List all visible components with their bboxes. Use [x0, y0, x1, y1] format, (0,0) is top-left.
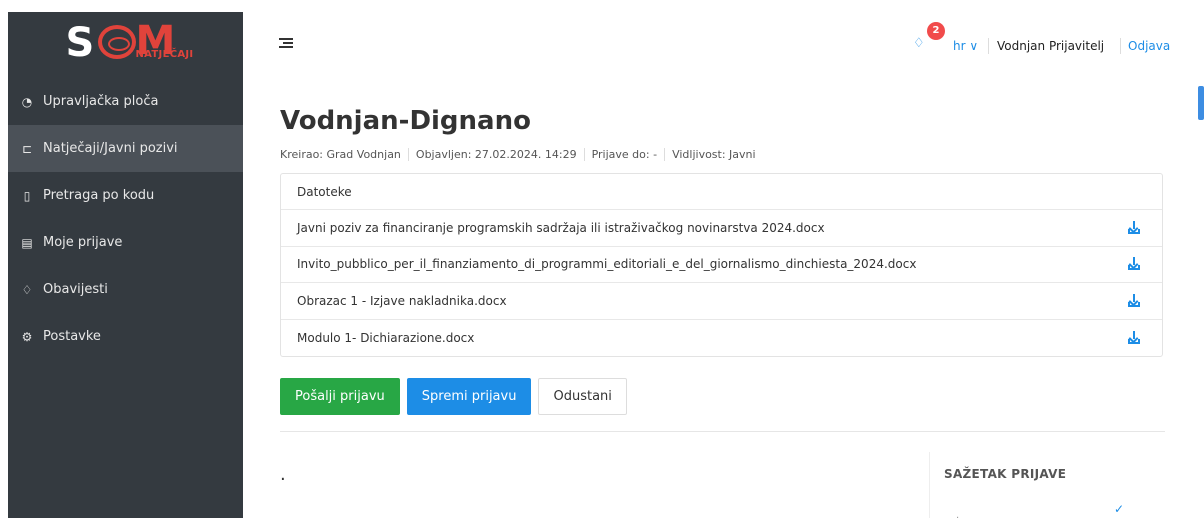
logo-subtitle: NATJEČAJI — [135, 49, 194, 60]
file-row: Modulo 1- Dichiarazione.docx — [281, 320, 1162, 357]
sidebar-item-label: Obavijesti — [43, 282, 108, 297]
language-selector[interactable]: hr ∨ — [953, 39, 978, 53]
download-icon[interactable] — [1126, 220, 1142, 236]
sidebar-nav: ◔ Upravljačka ploča ⊏ Natječaji/Javni po… — [8, 78, 243, 360]
notification-bell-icon[interactable]: ♢ — [913, 37, 927, 51]
download-icon[interactable] — [1126, 256, 1142, 272]
sidebar-item-code-search[interactable]: ▯ Pretraga po kodu — [8, 172, 243, 219]
sidebar-item-label: Pretraga po kodu — [43, 188, 155, 203]
files-header: Datoteke — [281, 174, 1162, 210]
divider — [407, 148, 409, 161]
meta-visibility: Vidljivost: Javni — [672, 148, 756, 161]
topbar: ♢ 2 hr ∨ Vodnjan Prijavitelj Odjava — [243, 0, 1204, 84]
summary-item: . — [956, 510, 960, 518]
file-row: Obrazac 1 - Izjave nakladnika.docx — [281, 283, 1162, 320]
summary-title: SAŽETAK PRIJAVE — [944, 467, 1067, 481]
logo-eye-icon — [97, 25, 136, 59]
download-icon[interactable] — [1126, 293, 1142, 309]
logo-mark: S M NATJEČAJI — [65, 19, 194, 66]
divider — [988, 38, 989, 54]
scrolled-heading-remnant — [280, 84, 1080, 90]
page-title: Vodnjan-Dignano — [280, 106, 531, 136]
submit-application-button[interactable]: Pošalji prijavu — [280, 378, 400, 415]
tender-meta: Kreirao: Grad Vodnjan Objavljen: 27.02.2… — [280, 148, 756, 161]
user-name: Vodnjan Prijavitelj — [997, 39, 1105, 53]
sidebar-item-label: Moje prijave — [43, 235, 123, 250]
save-application-button[interactable]: Spremi prijavu — [406, 378, 532, 415]
bell-icon: ♢ — [21, 282, 33, 297]
download-icon[interactable] — [1126, 330, 1142, 346]
file-name[interactable]: Modulo 1- Dichiarazione.docx — [297, 331, 474, 345]
logo-letter-s: S — [65, 20, 95, 66]
meta-published: Objavljen: 27.02.2024. 14:29 — [415, 148, 577, 161]
menu-toggle-icon[interactable] — [279, 38, 293, 48]
file-name[interactable]: Javni poziv za financiranje programskih … — [297, 221, 825, 235]
sidebar-item-settings[interactable]: ⚙ Postavke — [8, 313, 243, 360]
sidebar: S M NATJEČAJI ◔ Upravljačka ploča ⊏ Natj… — [8, 12, 243, 518]
gear-icon: ⚙ — [21, 329, 33, 344]
file-row: Invito_pubblico_per_il_finanziamento_di_… — [281, 247, 1162, 283]
divider — [1120, 38, 1121, 54]
file-row: Javni poziv za financiranje programskih … — [281, 210, 1162, 247]
folder-open-icon: ⊏ — [21, 141, 33, 156]
section-divider — [280, 431, 1165, 432]
notification-count-badge: 2 — [927, 22, 945, 40]
divider — [664, 148, 666, 161]
file-text-icon: ▤ — [21, 235, 33, 250]
meta-deadline: Prijave do: - — [591, 148, 658, 161]
sidebar-item-notifications[interactable]: ♢ Obavijesti — [8, 266, 243, 313]
brand-logo[interactable]: S M NATJEČAJI — [8, 12, 243, 74]
sidebar-item-label: Postavke — [43, 329, 101, 344]
application-summary: SAŽETAK PRIJAVE ✓ . — [929, 452, 1165, 518]
file-name[interactable]: Obrazac 1 - Izjave nakladnika.docx — [297, 294, 507, 308]
document-icon: ▯ — [23, 188, 31, 203]
chart-pie-icon: ◔ — [21, 94, 33, 109]
sidebar-item-tenders[interactable]: ⊏ Natječaji/Javni pozivi — [8, 125, 243, 172]
check-icon: ✓ — [1114, 502, 1125, 516]
meta-created-by: Kreirao: Grad Vodnjan — [280, 148, 401, 161]
sidebar-item-my-applications[interactable]: ▤ Moje prijave — [8, 219, 243, 266]
sidebar-item-label: Upravljačka ploča — [43, 94, 159, 109]
sidebar-item-label: Natječaji/Javni pozivi — [43, 141, 178, 156]
sidebar-item-dashboard[interactable]: ◔ Upravljačka ploča — [8, 78, 243, 125]
cancel-button[interactable]: Odustani — [538, 378, 627, 415]
logout-link[interactable]: Odjava — [1128, 39, 1170, 53]
form-section-marker: . — [280, 464, 286, 485]
form-actions: Pošalji prijavu Spremi prijavu Odustani — [280, 378, 627, 415]
scrollbar-thumb[interactable] — [1198, 86, 1204, 120]
file-name[interactable]: Invito_pubblico_per_il_finanziamento_di_… — [297, 257, 916, 271]
files-panel: Datoteke Javni poziv za financiranje pro… — [280, 173, 1163, 357]
divider — [583, 148, 585, 161]
